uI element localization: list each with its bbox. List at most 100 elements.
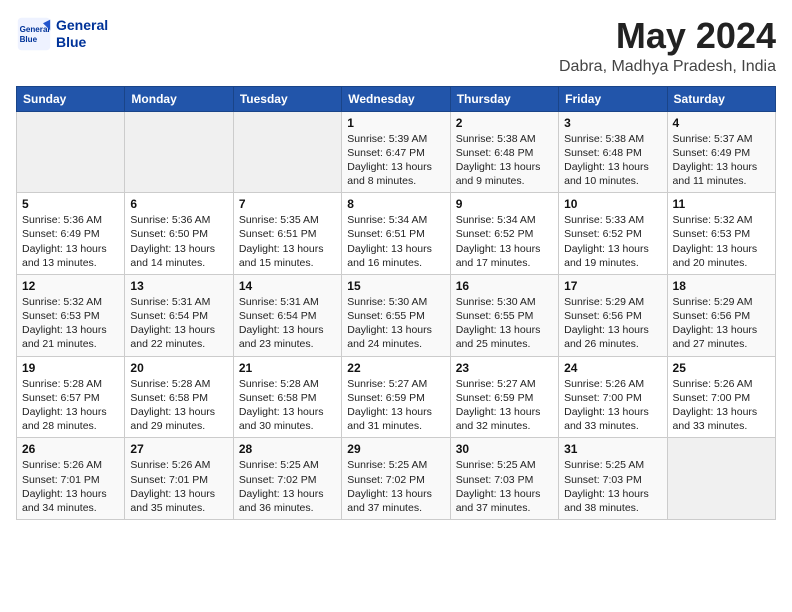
day-info: Sunrise: 5:25 AM Sunset: 7:02 PM Dayligh… xyxy=(239,458,336,515)
day-number: 8 xyxy=(347,197,444,211)
day-number: 16 xyxy=(456,279,553,293)
day-number: 9 xyxy=(456,197,553,211)
calendar-header-thursday: Thursday xyxy=(450,86,558,111)
calendar-cell: 28Sunrise: 5:25 AM Sunset: 7:02 PM Dayli… xyxy=(233,438,341,520)
day-info: Sunrise: 5:31 AM Sunset: 6:54 PM Dayligh… xyxy=(130,295,227,352)
day-number: 26 xyxy=(22,442,119,456)
day-info: Sunrise: 5:31 AM Sunset: 6:54 PM Dayligh… xyxy=(239,295,336,352)
calendar-cell xyxy=(125,111,233,193)
svg-text:Blue: Blue xyxy=(20,35,38,44)
calendar-cell: 13 Sunrise: 5:31 AM Sunset: 6:54 PM Dayli… xyxy=(125,274,233,356)
day-info: Sunrise: 5:38 AM Sunset: 6:48 PM Dayligh… xyxy=(564,132,661,189)
day-number: 24 xyxy=(564,361,661,375)
day-info: Sunrise: 5:38 AM Sunset: 6:48 PM Dayligh… xyxy=(456,132,553,189)
calendar-cell: 20 Sunrise: 5:28 AM Sunset: 6:58 PM Dayli… xyxy=(125,356,233,438)
day-number: 3 xyxy=(564,116,661,130)
day-info: Sunrise: 5:39 AM Sunset: 6:47 PM Dayligh… xyxy=(347,132,444,189)
title-block: May 2024 Dabra, Madhya Pradesh, India xyxy=(559,16,776,76)
day-info: Sunrise: 5:27 AM Sunset: 6:59 PM Dayligh… xyxy=(347,377,444,434)
day-number: 13 xyxy=(130,279,227,293)
location-subtitle: Dabra, Madhya Pradesh, India xyxy=(559,58,776,76)
calendar-cell: 15 Sunrise: 5:30 AM Sunset: 6:55 PM Dayli… xyxy=(342,274,450,356)
day-number: 6 xyxy=(130,197,227,211)
day-info: Sunrise: 5:28 AM Sunset: 6:58 PM Dayligh… xyxy=(130,377,227,434)
day-info: Sunrise: 5:26 AM Sunset: 7:01 PM Dayligh… xyxy=(130,458,227,515)
calendar-header-saturday: Saturday xyxy=(667,86,775,111)
calendar-cell: 7Sunrise: 5:35 AM Sunset: 6:51 PM Daylig… xyxy=(233,193,341,275)
logo-icon: General Blue xyxy=(16,16,52,52)
day-number: 25 xyxy=(673,361,770,375)
day-number: 14 xyxy=(239,279,336,293)
calendar-cell xyxy=(17,111,125,193)
calendar-cell: 16 Sunrise: 5:30 AM Sunset: 6:55 PM Dayli… xyxy=(450,274,558,356)
calendar-header-row: SundayMondayTuesdayWednesdayThursdayFrid… xyxy=(17,86,776,111)
day-number: 17 xyxy=(564,279,661,293)
calendar-cell: 2 Sunrise: 5:38 AM Sunset: 6:48 PM Daylig… xyxy=(450,111,558,193)
calendar-cell: 1 Sunrise: 5:39 AM Sunset: 6:47 PM Daylig… xyxy=(342,111,450,193)
day-info: Sunrise: 5:25 AM Sunset: 7:02 PM Dayligh… xyxy=(347,458,444,515)
calendar-header-sunday: Sunday xyxy=(17,86,125,111)
day-info: Sunrise: 5:28 AM Sunset: 6:57 PM Dayligh… xyxy=(22,377,119,434)
calendar-cell: 31Sunrise: 5:25 AM Sunset: 7:03 PM Dayli… xyxy=(559,438,667,520)
day-number: 18 xyxy=(673,279,770,293)
calendar-cell: 12 Sunrise: 5:32 AM Sunset: 6:53 PM Dayli… xyxy=(17,274,125,356)
day-number: 12 xyxy=(22,279,119,293)
calendar-cell: 9 Sunrise: 5:34 AM Sunset: 6:52 PM Daylig… xyxy=(450,193,558,275)
day-info: Sunrise: 5:26 AM Sunset: 7:00 PM Dayligh… xyxy=(673,377,770,434)
day-info: Sunrise: 5:27 AM Sunset: 6:59 PM Dayligh… xyxy=(456,377,553,434)
calendar-cell: 18 Sunrise: 5:29 AM Sunset: 6:56 PM Dayli… xyxy=(667,274,775,356)
day-info: Sunrise: 5:30 AM Sunset: 6:55 PM Dayligh… xyxy=(456,295,553,352)
day-info: Sunrise: 5:28 AM Sunset: 6:58 PM Dayligh… xyxy=(239,377,336,434)
calendar-header-monday: Monday xyxy=(125,86,233,111)
calendar-week-row: 1 Sunrise: 5:39 AM Sunset: 6:47 PM Daylig… xyxy=(17,111,776,193)
calendar-cell: 4Sunrise: 5:37 AM Sunset: 6:49 PM Daylig… xyxy=(667,111,775,193)
calendar-cell: 23 Sunrise: 5:27 AM Sunset: 6:59 PM Dayli… xyxy=(450,356,558,438)
calendar-cell: 29 Sunrise: 5:25 AM Sunset: 7:02 PM Dayli… xyxy=(342,438,450,520)
svg-text:General: General xyxy=(20,25,50,34)
calendar-cell: 10Sunrise: 5:33 AM Sunset: 6:52 PM Dayli… xyxy=(559,193,667,275)
calendar-cell: 6 Sunrise: 5:36 AM Sunset: 6:50 PM Daylig… xyxy=(125,193,233,275)
calendar-week-row: 19 Sunrise: 5:28 AM Sunset: 6:57 PM Dayli… xyxy=(17,356,776,438)
day-info: Sunrise: 5:29 AM Sunset: 6:56 PM Dayligh… xyxy=(673,295,770,352)
logo-text: General Blue xyxy=(56,17,108,51)
month-year-title: May 2024 xyxy=(559,16,776,56)
day-number: 7 xyxy=(239,197,336,211)
day-info: Sunrise: 5:36 AM Sunset: 6:49 PM Dayligh… xyxy=(22,213,119,270)
calendar-week-row: 12 Sunrise: 5:32 AM Sunset: 6:53 PM Dayli… xyxy=(17,274,776,356)
day-number: 10 xyxy=(564,197,661,211)
calendar-cell: 19 Sunrise: 5:28 AM Sunset: 6:57 PM Dayli… xyxy=(17,356,125,438)
calendar-cell: 30 Sunrise: 5:25 AM Sunset: 7:03 PM Dayli… xyxy=(450,438,558,520)
day-info: Sunrise: 5:32 AM Sunset: 6:53 PM Dayligh… xyxy=(673,213,770,270)
calendar-cell: 25 Sunrise: 5:26 AM Sunset: 7:00 PM Dayli… xyxy=(667,356,775,438)
day-info: Sunrise: 5:25 AM Sunset: 7:03 PM Dayligh… xyxy=(456,458,553,515)
day-info: Sunrise: 5:34 AM Sunset: 6:52 PM Dayligh… xyxy=(456,213,553,270)
calendar-cell: 11Sunrise: 5:32 AM Sunset: 6:53 PM Dayli… xyxy=(667,193,775,275)
calendar-cell: 22 Sunrise: 5:27 AM Sunset: 6:59 PM Dayli… xyxy=(342,356,450,438)
day-info: Sunrise: 5:30 AM Sunset: 6:55 PM Dayligh… xyxy=(347,295,444,352)
day-number: 15 xyxy=(347,279,444,293)
calendar-cell: 21Sunrise: 5:28 AM Sunset: 6:58 PM Dayli… xyxy=(233,356,341,438)
day-info: Sunrise: 5:29 AM Sunset: 6:56 PM Dayligh… xyxy=(564,295,661,352)
day-number: 23 xyxy=(456,361,553,375)
calendar-cell: 8Sunrise: 5:34 AM Sunset: 6:51 PM Daylig… xyxy=(342,193,450,275)
day-number: 2 xyxy=(456,116,553,130)
calendar-header-friday: Friday xyxy=(559,86,667,111)
calendar-cell: 14 Sunrise: 5:31 AM Sunset: 6:54 PM Dayli… xyxy=(233,274,341,356)
day-number: 30 xyxy=(456,442,553,456)
day-number: 4 xyxy=(673,116,770,130)
calendar-week-row: 26 Sunrise: 5:26 AM Sunset: 7:01 PM Dayli… xyxy=(17,438,776,520)
day-info: Sunrise: 5:32 AM Sunset: 6:53 PM Dayligh… xyxy=(22,295,119,352)
day-number: 19 xyxy=(22,361,119,375)
day-info: Sunrise: 5:36 AM Sunset: 6:50 PM Dayligh… xyxy=(130,213,227,270)
calendar-header-wednesday: Wednesday xyxy=(342,86,450,111)
calendar-cell xyxy=(667,438,775,520)
day-number: 29 xyxy=(347,442,444,456)
calendar-cell: 27Sunrise: 5:26 AM Sunset: 7:01 PM Dayli… xyxy=(125,438,233,520)
day-number: 1 xyxy=(347,116,444,130)
day-number: 22 xyxy=(347,361,444,375)
logo: General Blue General Blue xyxy=(16,16,108,52)
calendar-cell xyxy=(233,111,341,193)
day-number: 20 xyxy=(130,361,227,375)
calendar-cell: 24Sunrise: 5:26 AM Sunset: 7:00 PM Dayli… xyxy=(559,356,667,438)
calendar-week-row: 5Sunrise: 5:36 AM Sunset: 6:49 PM Daylig… xyxy=(17,193,776,275)
